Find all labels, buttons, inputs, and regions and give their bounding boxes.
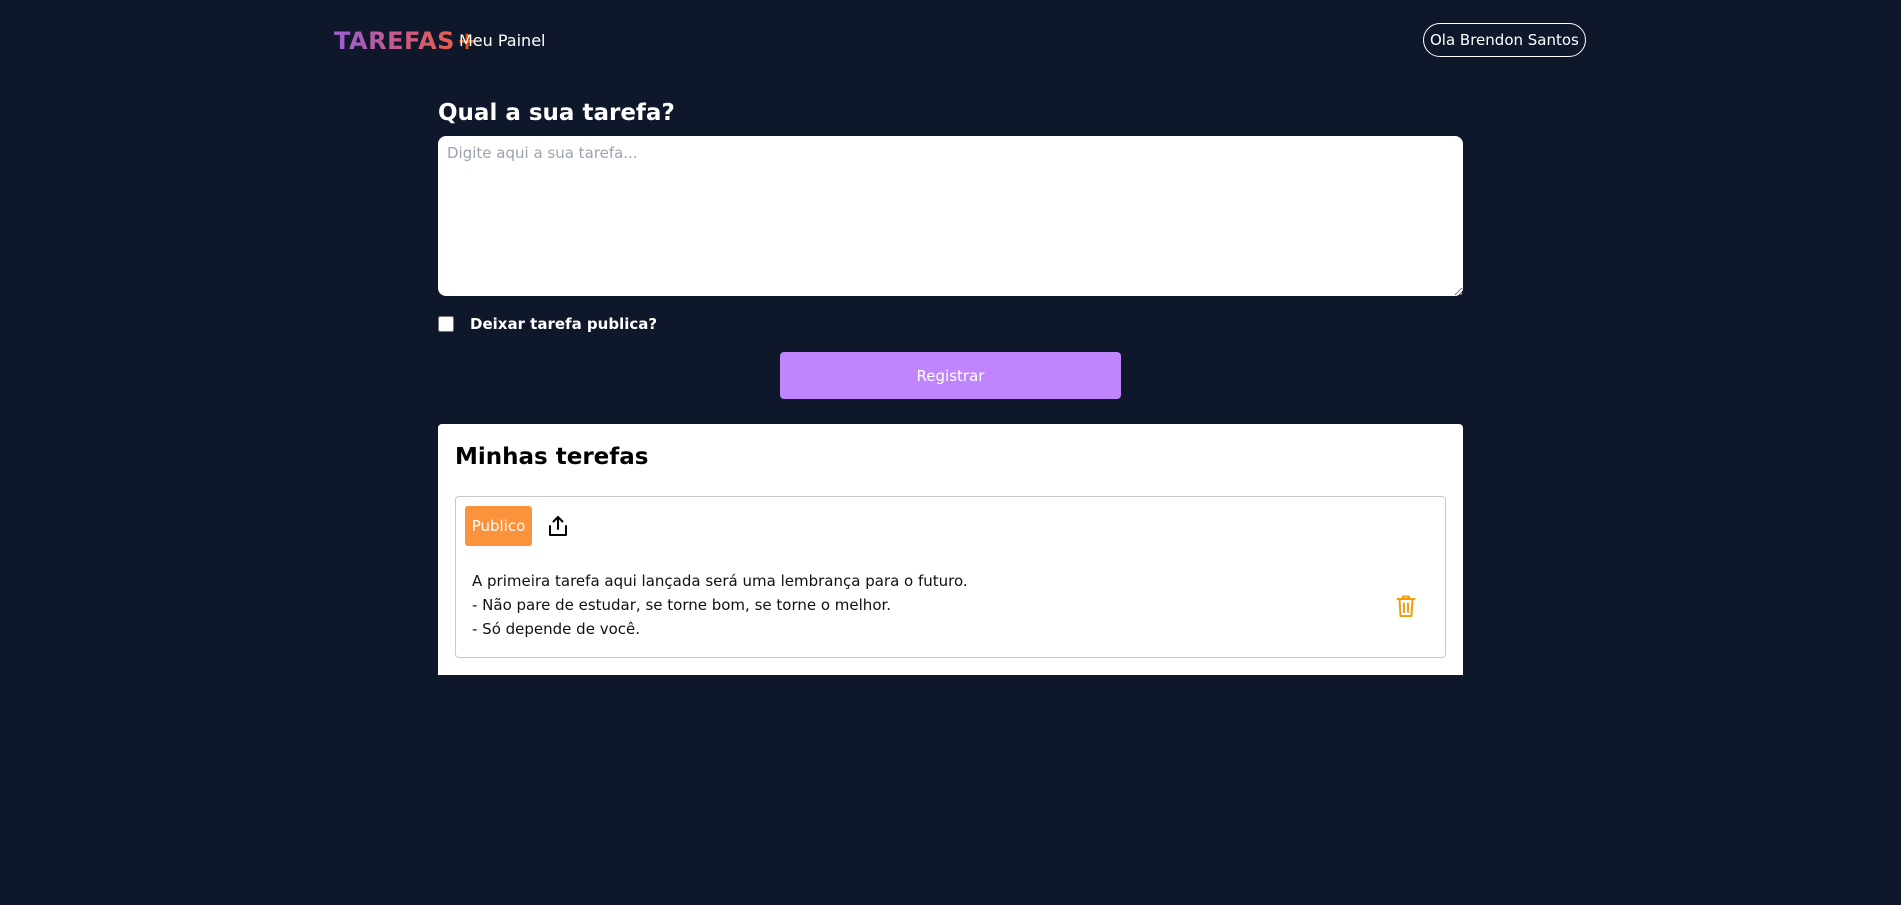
brand-logo[interactable]: TAREFAS+ bbox=[334, 26, 478, 56]
share-button[interactable] bbox=[544, 512, 572, 540]
register-button[interactable]: Registrar bbox=[780, 352, 1121, 399]
task-input[interactable] bbox=[438, 136, 1463, 296]
tasks-section: Minhas terefas Publico A primeira tarefa… bbox=[438, 424, 1463, 675]
task-text: A primeira tarefa aqui lançada será uma … bbox=[472, 569, 968, 641]
task-text-line: A primeira tarefa aqui lançada será uma … bbox=[472, 572, 968, 590]
form-title: Qual a sua tarefa? bbox=[438, 100, 675, 126]
user-greeting-button[interactable]: Ola Brendon Santos bbox=[1423, 23, 1586, 57]
tasks-title: Minhas terefas bbox=[455, 444, 649, 470]
header: TAREFAS+ Meu Painel Ola Brendon Santos bbox=[0, 0, 1901, 82]
nav-link-dashboard[interactable]: Meu Painel bbox=[459, 30, 545, 52]
task-text-line: - Não pare de estudar, se torne bom, se … bbox=[472, 596, 892, 614]
brand-name: TAREFAS bbox=[334, 27, 455, 55]
delete-task-button[interactable] bbox=[1392, 592, 1420, 620]
share-icon bbox=[549, 516, 567, 536]
public-checkbox[interactable] bbox=[438, 316, 454, 332]
task-text-line: - Só depende de você. bbox=[472, 620, 640, 638]
trash-icon bbox=[1396, 595, 1416, 617]
public-checkbox-row: Deixar tarefa publica? bbox=[438, 314, 657, 334]
public-checkbox-label[interactable]: Deixar tarefa publica? bbox=[470, 314, 657, 334]
task-card: Publico A primeira tarefa aqui lançada s… bbox=[455, 496, 1446, 658]
public-badge: Publico bbox=[465, 506, 532, 546]
